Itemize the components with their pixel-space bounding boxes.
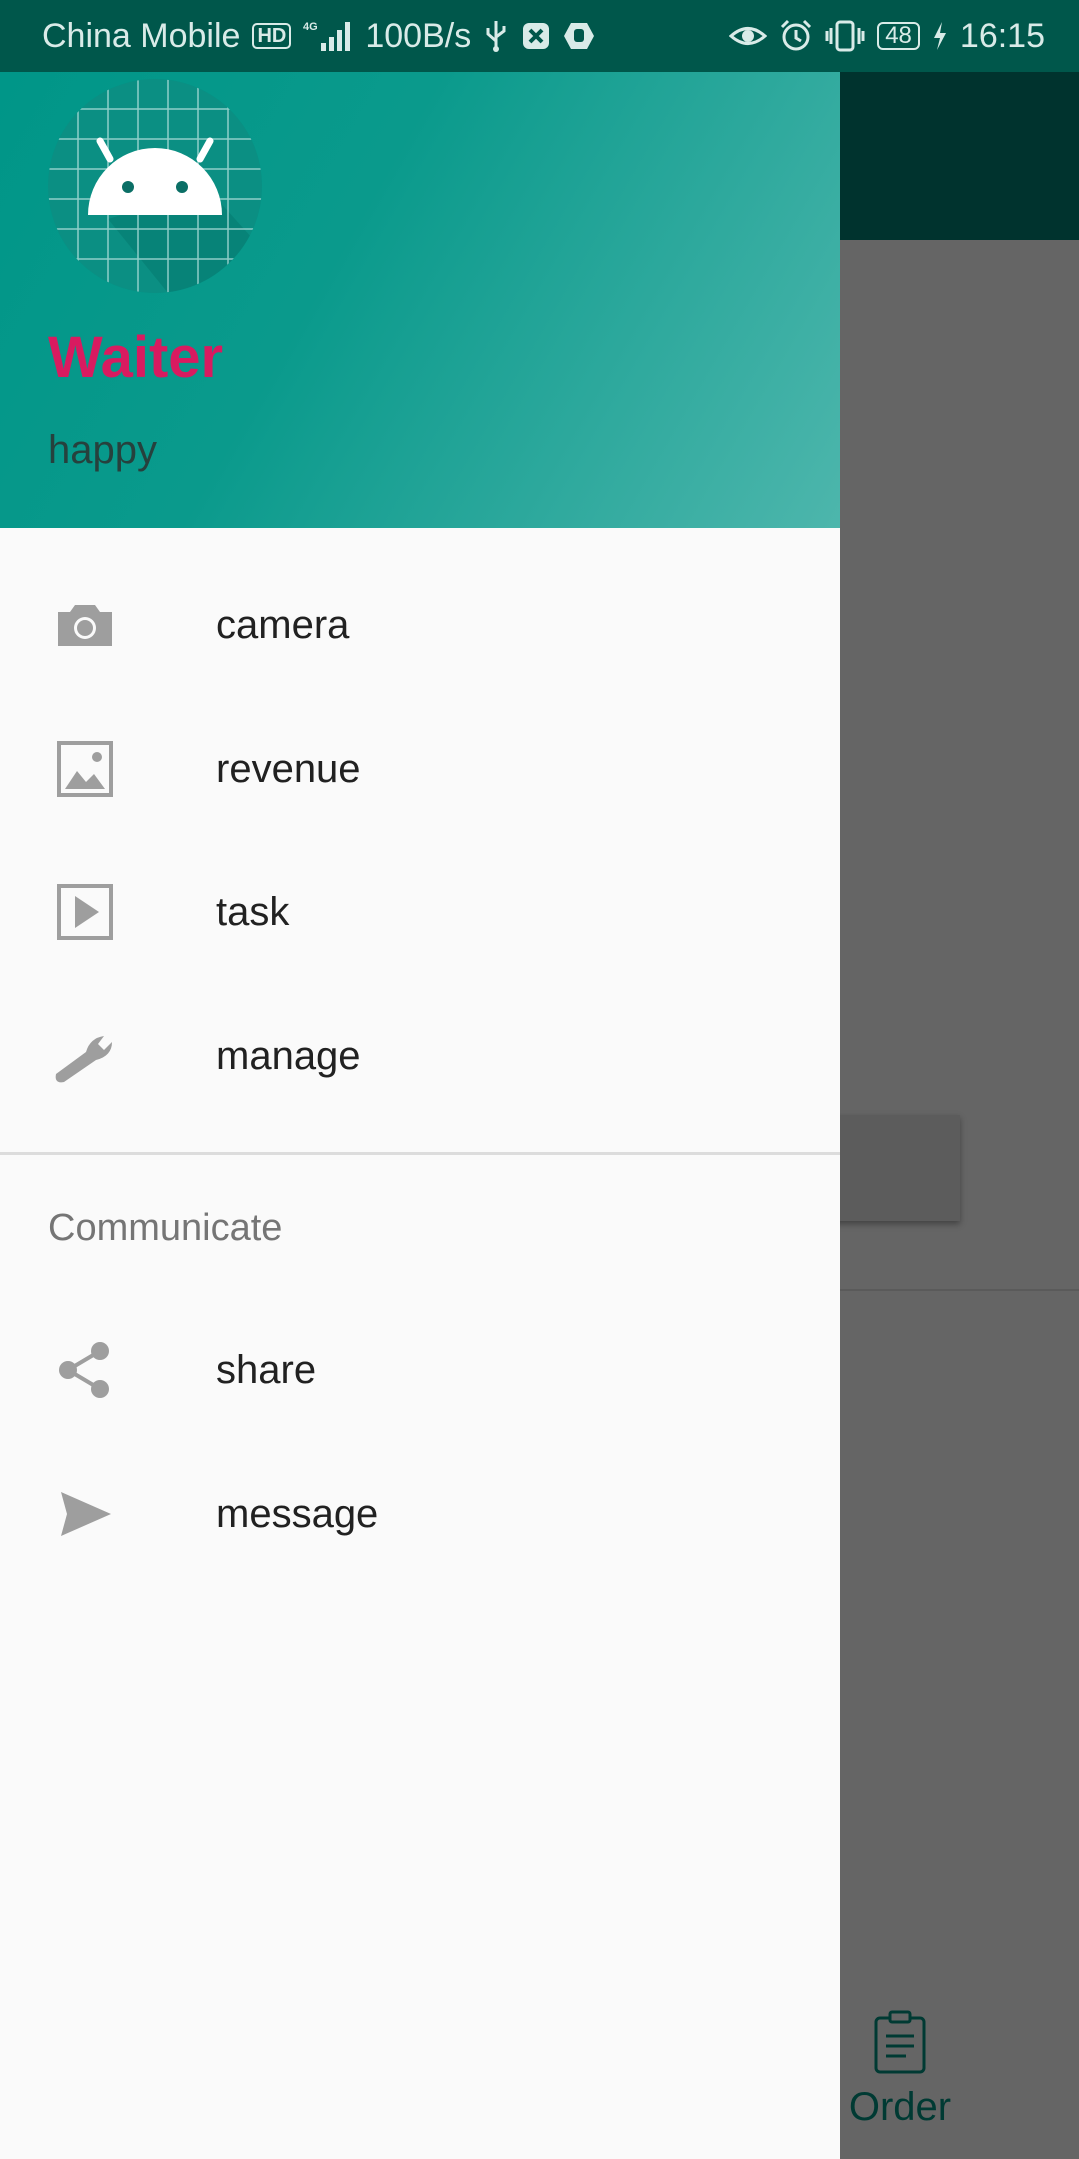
profile-status: happy — [48, 428, 157, 472]
menu-item-task[interactable]: task — [0, 840, 840, 984]
slideshow-icon — [50, 877, 120, 947]
usb-icon — [483, 19, 509, 53]
menu-item-label: message — [216, 1491, 379, 1536]
signal-icon: 4G — [303, 19, 353, 53]
menu-item-revenue[interactable]: revenue — [0, 697, 840, 841]
clock-time: 16:15 — [959, 16, 1045, 55]
send-icon — [50, 1479, 120, 1549]
eye-icon — [729, 21, 768, 51]
hd-badge-icon: HD — [252, 23, 292, 49]
drawer-divider — [0, 1152, 840, 1155]
network-type-label: 4G — [303, 21, 318, 33]
menu-item-label: task — [216, 889, 290, 934]
menu-item-label: camera — [216, 602, 350, 647]
charging-icon — [932, 21, 948, 51]
navigation-drawer: Waiter happy camera revenue task manage … — [0, 72, 840, 2159]
network-speed: 100B/s — [365, 16, 472, 55]
status-right: 48 16:15 — [729, 17, 1045, 56]
clipboard-icon — [870, 2010, 930, 2079]
notification-icon — [521, 21, 551, 51]
profile-name: Waiter — [48, 325, 224, 390]
status-left: China Mobile HD 4G 100B/s — [42, 17, 595, 56]
vibrate-icon — [825, 19, 865, 53]
share-icon — [50, 1335, 120, 1405]
section-header-communicate: Communicate — [48, 1207, 283, 1249]
menu-item-label: manage — [216, 1033, 361, 1078]
alarm-icon — [779, 19, 813, 53]
gallery-icon — [50, 734, 120, 804]
menu-item-message[interactable]: message — [0, 1442, 840, 1586]
menu-item-label: revenue — [216, 746, 361, 791]
carrier-name: China Mobile — [42, 16, 241, 55]
wrench-icon — [50, 1021, 120, 1091]
drawer-header: Waiter happy — [0, 72, 840, 528]
menu-item-camera[interactable]: camera — [0, 553, 840, 697]
menu-item-manage[interactable]: manage — [0, 984, 840, 1128]
bottom-nav-order-label: Order — [848, 2085, 952, 2129]
menu-item-label: share — [216, 1347, 317, 1392]
bottom-nav-order: Order — [830, 2010, 970, 2130]
background-divider — [800, 1289, 1079, 1291]
menu-item-share[interactable]: share — [0, 1298, 840, 1442]
battery-icon: 48 — [877, 22, 920, 50]
hand-icon — [563, 21, 595, 51]
android-logo-icon — [48, 79, 262, 293]
camera-icon — [50, 590, 120, 660]
avatar[interactable] — [48, 79, 262, 293]
status-bar: China Mobile HD 4G 100B/s 48 16:15 — [0, 0, 1079, 72]
